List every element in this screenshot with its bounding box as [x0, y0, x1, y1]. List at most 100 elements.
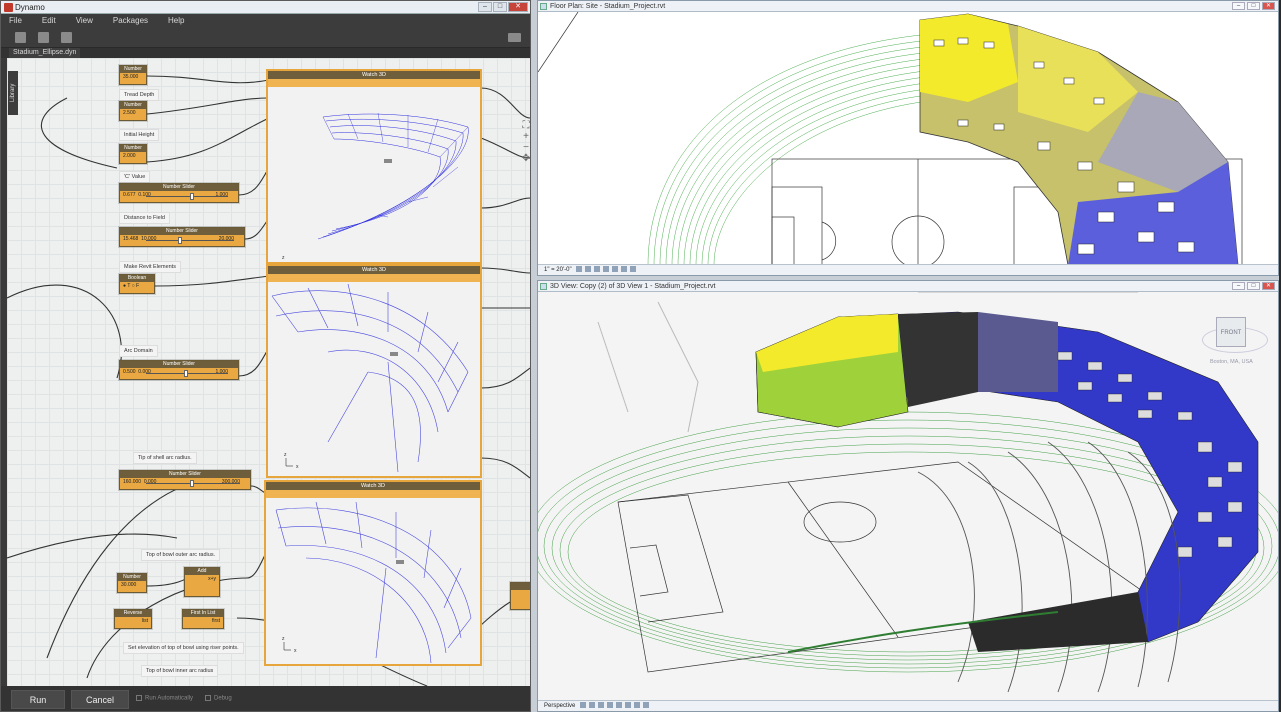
watch3d-preview-1[interactable]: z [268, 87, 480, 262]
boolean-value[interactable]: ● T ○ F [120, 282, 154, 291]
detail-level-icon[interactable] [576, 266, 583, 273]
restore-button[interactable]: □ [1247, 2, 1260, 10]
svg-text:z: z [284, 452, 287, 458]
minimize-button[interactable]: – [478, 2, 492, 12]
number-node-3[interactable]: Number 2.000 [119, 144, 147, 164]
add-node[interactable]: Add x+y [184, 567, 220, 597]
floor-plan-canvas[interactable] [538, 12, 1278, 265]
slider-thumb[interactable] [190, 193, 194, 200]
minimize-button[interactable]: – [1232, 2, 1245, 10]
note-c-value: 'C' Value [119, 171, 151, 183]
maximize-button[interactable]: □ [493, 2, 507, 12]
number-value[interactable]: 2.500 [120, 109, 146, 118]
number-slider-1[interactable]: Number Slider 0.677 0.100 1.000 [119, 183, 239, 203]
number-value[interactable]: 35.000 [120, 73, 146, 82]
lock-view-icon[interactable] [634, 702, 641, 709]
new-file-icon[interactable] [15, 32, 26, 43]
floor-plan-title: Floor Plan: Site - Stadium_Project.rvt [550, 3, 666, 10]
sun-path-icon[interactable] [598, 702, 605, 709]
render-icon[interactable] [616, 702, 623, 709]
slider-thumb[interactable] [190, 480, 194, 487]
cancel-button[interactable]: Cancel [71, 690, 129, 709]
visual-style-icon[interactable] [589, 702, 596, 709]
menu-packages[interactable]: Packages [113, 14, 148, 28]
close-button[interactable]: ✕ [508, 2, 528, 12]
tab-stadium-ellipse[interactable]: Stadium_Ellipse.dyn [9, 48, 81, 58]
close-button[interactable]: ✕ [1262, 2, 1275, 10]
stadium-seating-plan [919, 13, 1239, 265]
fit-view-icon[interactable]: ⛶ [520, 120, 530, 131]
zoom-in-icon[interactable]: + [520, 131, 530, 142]
3d-view-canvas[interactable] [538, 292, 1278, 702]
number-value[interactable]: 30.000 [118, 581, 146, 590]
number-node-2[interactable]: Number 2.500 [119, 101, 147, 121]
3d-view-title: 3D View: Copy (2) of 3D View 1 - Stadium… [550, 283, 716, 290]
detail-level-icon[interactable] [580, 702, 587, 709]
menu-file[interactable]: File [9, 14, 22, 28]
number-slider-2[interactable]: Number Slider 15.468 10.000 20.000 [119, 227, 245, 247]
dynamo-app-icon [4, 3, 13, 12]
partial-node[interactable] [510, 582, 530, 610]
floor-plan-view: Floor Plan: Site - Stadium_Project.rvt –… [537, 0, 1279, 276]
menu-view[interactable]: View [76, 14, 93, 28]
zoom-out-icon[interactable]: − [520, 142, 530, 153]
open-file-icon[interactable] [38, 32, 49, 43]
first-in-list-node[interactable]: First In List first [182, 609, 224, 629]
menu-help[interactable]: Help [168, 14, 184, 28]
shadows-icon[interactable] [603, 266, 610, 273]
library-panel-toggle[interactable]: Library [8, 71, 18, 115]
dynamo-titlebar: Dynamo – □ ✕ [1, 1, 530, 14]
viewcube[interactable]: FRONT Boston, MA, USA [1202, 307, 1268, 373]
run-button[interactable]: Run [11, 690, 65, 709]
run-automatically-checkbox[interactable]: Run Automatically [136, 695, 193, 702]
svg-text:x: x [294, 648, 297, 654]
graph-canvas[interactable]: Number 35.000 Tread Depth Number 2.500 I… [7, 58, 530, 686]
slider-thumb[interactable] [184, 370, 188, 377]
dynamo-window: Dynamo – □ ✕ File Edit View Packages Hel… [0, 0, 531, 712]
number-slider-4[interactable]: Number Slider 160.000 0.000 300.000 [119, 470, 251, 490]
watch3d-node-2[interactable]: Watch 3D xz [266, 264, 482, 478]
slider-thumb[interactable] [178, 237, 182, 244]
note-tread-depth: Tread Depth [119, 89, 160, 101]
slider-value: 0.500 [123, 369, 136, 375]
svg-text:z: z [282, 255, 285, 261]
boolean-node[interactable]: Boolean ● T ○ F [119, 274, 155, 294]
pan-icon[interactable]: ✥ [520, 153, 530, 164]
watch3d-preview-2[interactable]: xz [268, 282, 480, 477]
debug-checkbox[interactable]: Debug [205, 695, 232, 702]
minimize-button[interactable]: – [1232, 282, 1245, 290]
temporary-hide-icon[interactable] [630, 266, 637, 273]
reverse-node[interactable]: Reverse list [114, 609, 152, 629]
note-make-revit-elements: Make Revit Elements [119, 261, 181, 273]
watch3d-node-1[interactable]: Watch 3D z [266, 69, 482, 264]
note-tip-of-shell: Tip of shell arc radius. [133, 452, 197, 464]
watch3d-preview-3[interactable]: xz [266, 498, 480, 664]
crop-view-icon[interactable] [625, 702, 632, 709]
sun-path-icon[interactable] [594, 266, 601, 273]
temporary-hide-icon[interactable] [643, 702, 650, 709]
run-bar: Run Cancel Run Automatically Debug [1, 686, 530, 711]
visual-style-icon[interactable] [585, 266, 592, 273]
save-file-icon[interactable] [61, 32, 72, 43]
restore-button[interactable]: □ [1247, 282, 1260, 290]
number-node-4[interactable]: Number 30.000 [117, 573, 147, 593]
location-label: Boston, MA, USA [1210, 359, 1253, 365]
menu-edit[interactable]: Edit [42, 14, 56, 28]
crop-view-icon[interactable] [612, 266, 619, 273]
view-scale[interactable]: 1" = 20'-0" [544, 267, 572, 273]
slider-min: 0.000 [138, 369, 151, 375]
hide-crop-icon[interactable] [621, 266, 628, 273]
viewcube-face[interactable]: FRONT [1216, 317, 1246, 347]
shadows-icon[interactable] [607, 702, 614, 709]
camera-icon[interactable] [508, 33, 521, 42]
number-node-1[interactable]: Number 35.000 [119, 65, 147, 85]
projection-mode[interactable]: Perspective [544, 703, 575, 709]
number-slider-3[interactable]: Number Slider 0.500 0.000 1.000 [119, 360, 239, 380]
close-button[interactable]: ✕ [1262, 282, 1275, 290]
add-output: x+y [208, 576, 216, 582]
note-top-bowl-inner: Top of bowl inner arc radius [141, 665, 219, 677]
watch3d-node-3[interactable]: Watch 3D xz [264, 480, 482, 666]
note-set-elevation: Set elevation of top of bowl using riser… [123, 642, 244, 654]
svg-text:z: z [282, 636, 285, 642]
number-value[interactable]: 2.000 [120, 152, 146, 161]
